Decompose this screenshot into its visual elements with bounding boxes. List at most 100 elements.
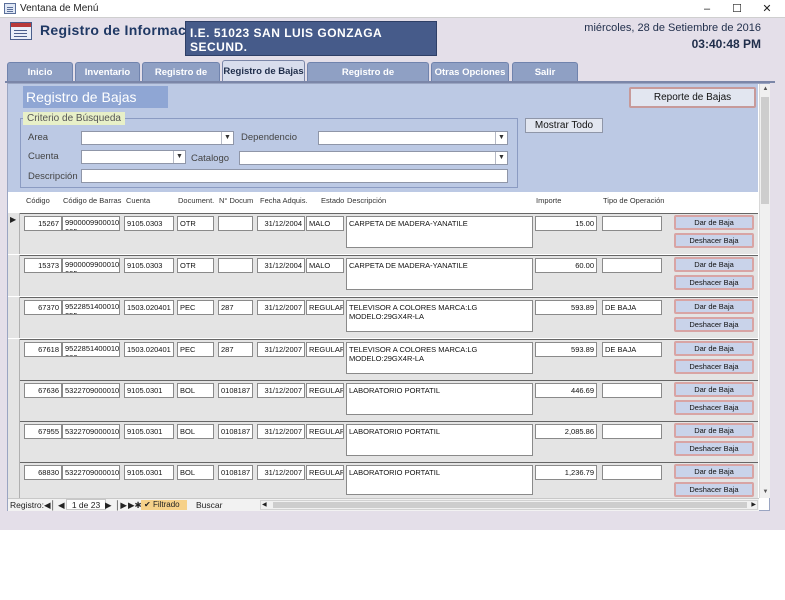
scrollbar-thumb[interactable]	[761, 97, 769, 204]
cell-importe[interactable]: 15.00	[535, 216, 597, 231]
cell-num-documento[interactable]: 287	[218, 342, 253, 357]
cell-documento[interactable]: OTR	[177, 258, 214, 273]
cell-importe[interactable]: 593.89	[535, 300, 597, 315]
cell-documento[interactable]: BOL	[177, 424, 214, 439]
area-combo[interactable]: ▼	[81, 131, 234, 145]
cell-importe[interactable]: 593.89	[535, 342, 597, 357]
tab-registro-bajas[interactable]: Registro de Bajas	[222, 60, 305, 81]
scroll-down-icon[interactable]: ▼	[760, 487, 771, 498]
cell-cuenta[interactable]: 9105.0301	[124, 383, 174, 398]
cell-barras[interactable]: 9522851400010 255	[62, 300, 120, 315]
cell-codigo[interactable]: 67955	[24, 424, 62, 439]
record-selector[interactable]	[8, 421, 20, 462]
cell-fecha[interactable]: 31/12/2007	[257, 342, 305, 357]
horizontal-scrollbar[interactable]: ◀ ▶	[260, 500, 758, 510]
cell-documento[interactable]: BOL	[177, 465, 214, 480]
deshacer-baja-button[interactable]: Deshacer Baja	[674, 233, 754, 248]
close-icon[interactable]: ✕	[752, 0, 782, 18]
cell-descripcion[interactable]: TELEVISOR A COLORES MARCA:LG MODELO:29GX…	[346, 300, 533, 332]
cell-estado[interactable]: MALO	[306, 216, 344, 231]
deshacer-baja-button[interactable]: Deshacer Baja	[674, 317, 754, 332]
cell-cuenta[interactable]: 9105.0301	[124, 424, 174, 439]
first-record-icon[interactable]: ◀│	[44, 500, 56, 511]
cell-estado[interactable]: REGULAR	[306, 383, 344, 398]
maximize-icon[interactable]: ☐	[722, 0, 752, 18]
last-record-icon[interactable]: │▶	[115, 500, 127, 511]
tab-registro-altas[interactable]: Registro de Altas	[142, 62, 220, 97]
cell-barras[interactable]: 5322709000010	[62, 465, 120, 480]
cell-codigo[interactable]: 68830	[24, 465, 62, 480]
cell-num-documento[interactable]: 287	[218, 300, 253, 315]
cell-num-documento[interactable]: 0108187	[218, 465, 253, 480]
chevron-down-icon[interactable]: ▼	[221, 132, 233, 144]
cell-importe[interactable]: 60.00	[535, 258, 597, 273]
deshacer-baja-button[interactable]: Deshacer Baja	[674, 275, 754, 290]
cell-importe[interactable]: 446.69	[535, 383, 597, 398]
record-selector[interactable]	[8, 380, 20, 421]
next-record-icon[interactable]: ▶	[105, 500, 112, 511]
cell-barras[interactable]: 5322709000010	[62, 424, 120, 439]
new-record-icon[interactable]: ▶✱	[128, 500, 142, 511]
chevron-down-icon[interactable]: ▼	[495, 132, 507, 144]
cell-num-documento[interactable]	[218, 258, 253, 273]
cell-codigo[interactable]: 15267	[24, 216, 62, 231]
chevron-down-icon[interactable]: ▼	[495, 152, 507, 164]
dependencia-combo[interactable]: ▼	[318, 131, 508, 145]
cell-descripcion[interactable]: LABORATORIO PORTATIL	[346, 383, 533, 415]
dar-de-baja-button[interactable]: Dar de Baja	[674, 341, 754, 356]
cell-importe[interactable]: 1,236.79	[535, 465, 597, 480]
search-box[interactable]: Buscar	[196, 500, 222, 510]
filtered-indicator[interactable]: ✔ Filtrado	[141, 500, 187, 510]
deshacer-baja-button[interactable]: Deshacer Baja	[674, 482, 754, 497]
cell-estado[interactable]: REGULAR	[306, 300, 344, 315]
cell-codigo[interactable]: 67370	[24, 300, 62, 315]
tab-salir[interactable]: Salir	[512, 62, 578, 81]
previous-record-icon[interactable]: ◀	[58, 500, 65, 511]
dar-de-baja-button[interactable]: Dar de Baja	[674, 382, 754, 397]
chevron-down-icon[interactable]: ▼	[173, 151, 185, 163]
cell-fecha[interactable]: 31/12/2004	[257, 258, 305, 273]
scroll-left-icon[interactable]: ◀	[262, 501, 267, 509]
cell-tipo-operacion[interactable]: DE BAJA	[602, 300, 662, 315]
show-all-button[interactable]: Mostrar Todo	[525, 118, 603, 133]
cell-descripcion[interactable]: LABORATORIO PORTATIL	[346, 465, 533, 495]
cell-barras[interactable]: 9522851400010 280	[62, 342, 120, 357]
deshacer-baja-button[interactable]: Deshacer Baja	[674, 441, 754, 456]
catalogo-combo[interactable]: ▼	[239, 151, 508, 165]
cell-documento[interactable]: PEC	[177, 300, 214, 315]
cell-fecha[interactable]: 31/12/2007	[257, 465, 305, 480]
cell-tipo-operacion[interactable]	[602, 383, 662, 398]
deshacer-baja-button[interactable]: Deshacer Baja	[674, 359, 754, 374]
cell-codigo[interactable]: 15373	[24, 258, 62, 273]
report-button[interactable]: Reporte de Bajas	[629, 87, 756, 108]
cell-tipo-operacion[interactable]	[602, 424, 662, 439]
cell-barras[interactable]: 5322709000010	[62, 383, 120, 398]
record-selector[interactable]	[8, 339, 20, 380]
cell-tipo-operacion[interactable]	[602, 216, 662, 231]
cell-cuenta[interactable]: 9105.0303	[124, 216, 174, 231]
cell-barras[interactable]: 9900009900010 005	[62, 258, 120, 273]
cell-fecha[interactable]: 31/12/2007	[257, 383, 305, 398]
dar-de-baja-button[interactable]: Dar de Baja	[674, 423, 754, 438]
cell-num-documento[interactable]: 0108187	[218, 424, 253, 439]
cell-tipo-operacion[interactable]: DE BAJA	[602, 342, 662, 357]
record-selector[interactable]	[8, 297, 20, 338]
cell-documento[interactable]: OTR	[177, 216, 214, 231]
tab-registro-modificaciones[interactable]: Registro de Modificaciones	[307, 62, 429, 97]
vertical-scrollbar[interactable]: ▲ ▼	[759, 84, 770, 498]
cell-estado[interactable]: MALO	[306, 258, 344, 273]
cell-fecha[interactable]: 31/12/2004	[257, 216, 305, 231]
dar-de-baja-button[interactable]: Dar de Baja	[674, 464, 754, 479]
cell-cuenta[interactable]: 1503.020401	[124, 300, 174, 315]
cell-num-documento[interactable]: 0108187	[218, 383, 253, 398]
descripcion-input[interactable]	[81, 169, 508, 183]
dar-de-baja-button[interactable]: Dar de Baja	[674, 299, 754, 314]
minimize-icon[interactable]: –	[692, 0, 722, 18]
cell-estado[interactable]: REGULAR	[306, 342, 344, 357]
cell-documento[interactable]: PEC	[177, 342, 214, 357]
cell-fecha[interactable]: 31/12/2007	[257, 424, 305, 439]
cell-descripcion[interactable]: TELEVISOR A COLORES MARCA:LG MODELO:29GX…	[346, 342, 533, 374]
cell-descripcion[interactable]: LABORATORIO PORTATIL	[346, 424, 533, 456]
cell-cuenta[interactable]: 9105.0303	[124, 258, 174, 273]
deshacer-baja-button[interactable]: Deshacer Baja	[674, 400, 754, 415]
